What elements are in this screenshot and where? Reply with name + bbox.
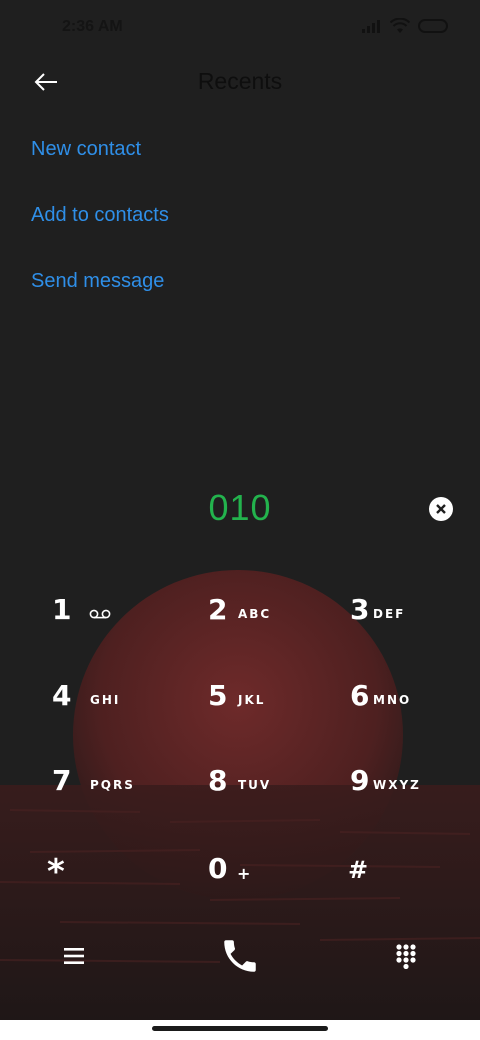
key-4[interactable]: 4 GHI xyxy=(52,679,202,749)
dialpad-icon xyxy=(396,944,416,969)
key-digit: # xyxy=(348,856,369,884)
clear-circle-icon xyxy=(436,504,446,514)
signal-icon xyxy=(362,20,380,33)
key-6[interactable]: 6 MNO xyxy=(350,679,480,749)
key-letters: JKL xyxy=(238,693,266,707)
home-indicator[interactable] xyxy=(152,1026,328,1031)
phone-call-icon xyxy=(224,940,256,972)
key-5[interactable]: 5 JKL xyxy=(208,679,358,749)
key-letters: TUV xyxy=(238,778,272,792)
dialpad-button[interactable] xyxy=(386,936,426,976)
page-title: Recents xyxy=(197,68,283,94)
key-8[interactable]: 8 TUV xyxy=(208,764,358,834)
menu-button[interactable] xyxy=(54,938,94,974)
battery-icon xyxy=(418,19,448,33)
clear-button[interactable] xyxy=(429,497,453,521)
key-9[interactable]: 9 WXYZ xyxy=(350,764,480,834)
key-digit: 7 xyxy=(52,764,72,797)
voicemail-icon xyxy=(89,609,111,619)
bottom-bar xyxy=(0,920,480,1000)
key-3[interactable]: 3 DEF xyxy=(350,593,480,663)
key-digit: 9 xyxy=(350,764,370,797)
key-digit: 5 xyxy=(208,679,228,712)
status-bar: 2:36 AM xyxy=(0,0,480,56)
send-message-link[interactable]: Send message xyxy=(31,270,164,293)
key-letters: PQRS xyxy=(90,778,135,792)
call-button[interactable] xyxy=(212,930,268,982)
menu-icon xyxy=(64,948,84,964)
key-1[interactable]: 1 xyxy=(52,593,202,663)
key-hash[interactable]: # xyxy=(348,852,480,922)
key-digit: 6 xyxy=(350,679,370,712)
key-0[interactable]: 0 + xyxy=(208,852,358,922)
key-letters: DEF xyxy=(373,607,406,621)
new-contact-link[interactable]: New contact xyxy=(31,138,141,161)
status-icons xyxy=(362,18,450,34)
key-digit: * xyxy=(47,852,65,892)
key-letters: ABC xyxy=(238,607,272,621)
key-digit: 2 xyxy=(208,593,228,626)
system-nav-bar xyxy=(0,1020,480,1040)
header: Recents xyxy=(0,56,480,112)
wifi-icon xyxy=(390,18,410,33)
add-to-contacts-link[interactable]: Add to contacts xyxy=(31,204,169,227)
key-digit: 3 xyxy=(350,593,370,626)
key-letters: GHI xyxy=(90,693,121,707)
key-digit: 4 xyxy=(52,679,72,712)
key-2[interactable]: 2 ABC xyxy=(208,593,358,663)
key-letters: + xyxy=(237,864,253,883)
key-digit: 8 xyxy=(208,764,228,797)
key-7[interactable]: 7 PQRS xyxy=(52,764,202,834)
key-star[interactable]: * xyxy=(47,852,197,922)
key-digit: 1 xyxy=(52,593,72,626)
key-digit: 0 xyxy=(208,852,228,885)
key-letters: WXYZ xyxy=(373,778,421,792)
status-time: 2:36 AM xyxy=(62,18,123,35)
dialed-number: 010 xyxy=(208,487,272,528)
key-letters: MNO xyxy=(373,693,412,707)
